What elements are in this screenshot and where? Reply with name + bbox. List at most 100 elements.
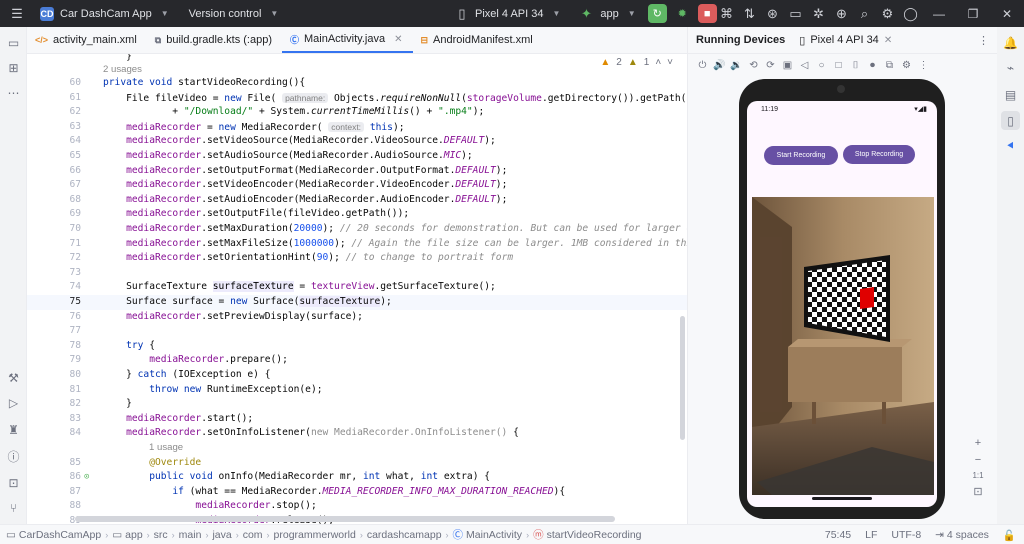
sync-icon[interactable]: ⇅ [738, 3, 761, 25]
start-recording-button[interactable]: Start Recording [764, 146, 838, 165]
breadcrumb-item[interactable]: src [154, 529, 168, 541]
build-icon[interactable]: ⚒ [4, 368, 23, 387]
minimize-icon[interactable]: — [922, 0, 956, 27]
stop-button[interactable]: ■ [697, 4, 717, 23]
more-options-icon[interactable]: ⋮ [978, 34, 989, 47]
caret-position[interactable]: 75:45 [825, 529, 851, 541]
record-icon[interactable]: ⏺ [866, 60, 879, 71]
profiler-icon[interactable]: ⊛ [761, 3, 784, 25]
indent-widget[interactable]: ⇥ 4 spaces [935, 529, 989, 541]
breadcrumb-item[interactable]: main [179, 529, 202, 541]
run-config-selector[interactable]: app [600, 8, 618, 20]
close-icon[interactable]: ✕ [990, 0, 1024, 27]
breadcrumb-separator: › [146, 529, 150, 540]
project-name[interactable]: Car DashCam App [60, 8, 152, 20]
running-devices-icon[interactable]: ▯ [1001, 111, 1020, 130]
debug-icon[interactable]: ✹ [673, 4, 692, 23]
main-menu-icon[interactable]: ☰ [6, 3, 28, 25]
fold-icon[interactable]: ▣ [781, 60, 794, 71]
device-selector[interactable]: Pixel 4 API 34 [475, 8, 544, 20]
code-with-me-icon[interactable]: ⊕ [830, 3, 853, 25]
resource-manager-icon[interactable]: ⊞ [4, 58, 23, 77]
tab-android-manifest[interactable]: ⊟ AndroidManifest.xml [413, 27, 543, 53]
project-folder-icon[interactable]: ▭ [4, 33, 23, 52]
chevron-down-icon[interactable]: ▼ [553, 9, 561, 18]
breadcrumb-item[interactable]: Ⓒ MainActivity [453, 527, 523, 542]
problems-icon[interactable]: ⓘ [4, 447, 23, 466]
chevron-up-icon[interactable]: ˄ [655, 57, 661, 68]
project-badge[interactable]: CD [40, 6, 54, 21]
notifications-icon[interactable]: 🔔 [1001, 33, 1020, 52]
override-gutter-icon[interactable]: ⊙ [84, 470, 89, 485]
gear-icon[interactable]: ⚙ [876, 3, 899, 25]
chevron-down-icon[interactable]: ˅ [667, 57, 673, 68]
chevron-down-icon[interactable]: ▼ [628, 9, 636, 18]
lock-icon[interactable]: 🔓 [1003, 529, 1016, 542]
gradle-icon: ⧉ [154, 34, 162, 45]
rotate-right-icon[interactable]: ⟳ [764, 60, 777, 71]
account-icon[interactable]: ◯ [899, 3, 922, 25]
code-line: 68 mediaRecorder.setAudioEncoder(MediaRe… [69, 193, 508, 205]
search-icon[interactable]: ⌕ [853, 3, 876, 25]
vcs-widget[interactable]: Version control [189, 8, 262, 20]
inspection-widget[interactable]: ▲ 2 ▲ 1 ˄ ˅ [600, 57, 673, 68]
breadcrumb-item[interactable]: cardashcamapp [367, 529, 442, 541]
breadcrumb-item[interactable]: com [243, 529, 263, 541]
app-quality-icon[interactable]: ♜ [4, 420, 23, 439]
screenshot-icon[interactable]: ⌷ [849, 60, 862, 71]
volume-down-icon[interactable]: 🔉 [730, 60, 743, 71]
tab-activity-main[interactable]: </> activity_main.xml [27, 27, 147, 53]
line-ending[interactable]: LF [865, 529, 877, 541]
extended-controls-icon[interactable]: ⋮ [917, 60, 930, 71]
zoom-fit-icon[interactable]: ⊡ [973, 485, 982, 498]
stop-recording-button[interactable]: Stop Recording [843, 145, 915, 164]
layout-inspector-icon[interactable]: ▭ [784, 3, 807, 25]
file-encoding[interactable]: UTF-8 [891, 529, 921, 541]
rotate-left-icon[interactable]: ⟲ [747, 60, 760, 71]
volume-up-icon[interactable]: 🔊 [713, 60, 726, 71]
close-tab-icon[interactable]: ✕ [394, 34, 402, 45]
breadcrumb-item[interactable]: ▭ CarDashCamApp [6, 529, 101, 541]
run-icon[interactable]: ▷ [4, 393, 23, 412]
device-tab[interactable]: ▯ Pixel 4 API 34 ✕ [799, 34, 892, 47]
close-tab-icon[interactable]: ✕ [884, 35, 892, 46]
device-file-explorer-icon[interactable]: ▤ [1001, 85, 1020, 104]
code-line: 88 mediaRecorder.stop(); [69, 500, 317, 512]
current-code-line: 75 Surface surface = new Surface(surface… [27, 295, 687, 310]
breadcrumb-item[interactable]: java [212, 529, 231, 541]
emulator-settings-icon[interactable]: ⚙ [900, 60, 913, 71]
breadcrumb-item[interactable]: programmerworld [274, 529, 356, 541]
maximize-icon[interactable]: ❐ [956, 0, 990, 27]
breadcrumb-item[interactable]: ⓜ startVideoRecording [533, 527, 641, 542]
tab-build-gradle[interactable]: ⧉ build.gradle.kts (:app) [147, 27, 282, 53]
phone-screen[interactable]: 11:19 ▾◢▮ Start Recording Stop Recording [747, 101, 937, 507]
snapshot-icon[interactable]: ⧉ [883, 60, 896, 71]
bug-icon[interactable]: ✲ [807, 3, 830, 25]
code-line: 81 throw new RuntimeException(e); [69, 383, 323, 395]
breadcrumb-separator: › [526, 529, 530, 540]
chevron-down-icon[interactable]: ▼ [161, 9, 169, 18]
zoom-in-icon[interactable]: + [975, 437, 981, 449]
tab-main-activity[interactable]: Ⓒ MainActivity.java ✕ [281, 27, 413, 53]
chevron-down-icon[interactable]: ▼ [270, 9, 278, 18]
back-icon[interactable]: ◁ [798, 60, 811, 71]
device-manager-icon[interactable]: ⌘ [715, 3, 738, 25]
more-icon[interactable]: ⋯ [4, 83, 23, 102]
gradle-tool-icon[interactable]: ⌁ [1001, 58, 1020, 77]
code-editor[interactable]: } 2 usages 60 private void startVideoReco… [27, 54, 687, 524]
horizontal-scrollbar[interactable] [75, 516, 615, 522]
power-icon[interactable]: ⏻ [696, 60, 709, 71]
terminal-icon[interactable]: ⊡ [4, 473, 23, 492]
editor-scrollbar[interactable] [680, 316, 685, 440]
usages-hint[interactable]: 1 usage [27, 441, 687, 456]
zoom-out-icon[interactable]: − [975, 454, 981, 466]
flutter-icon[interactable]: ⯇ [1001, 137, 1020, 156]
zoom-actual-size[interactable]: 1:1 [972, 471, 983, 480]
home-icon[interactable]: ○ [815, 60, 828, 71]
camera-hole [837, 85, 845, 93]
overview-icon[interactable]: □ [832, 60, 845, 71]
breadcrumb-item[interactable]: ▭ app [112, 529, 142, 541]
version-control-icon[interactable]: ⑂ [4, 498, 23, 517]
home-indicator[interactable] [812, 497, 872, 500]
apply-changes-restart-button[interactable]: ↻ [647, 4, 667, 23]
